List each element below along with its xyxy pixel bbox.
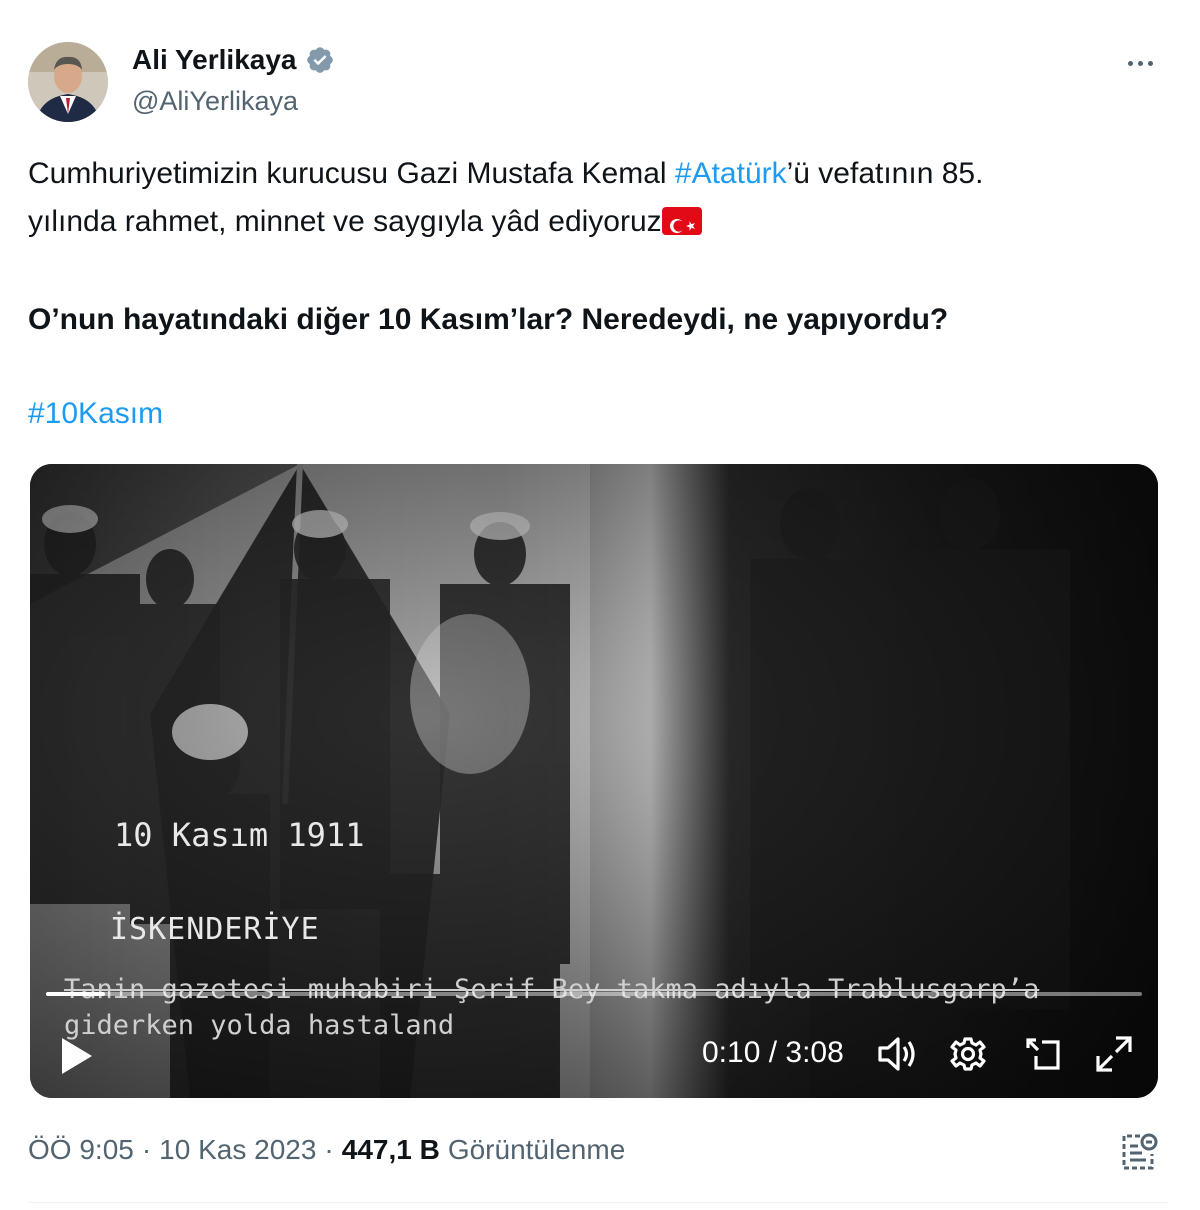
verified-badge-icon[interactable]	[305, 45, 335, 75]
handle[interactable]: @AliYerlikaya	[132, 86, 298, 117]
more-dots-icon[interactable]	[1120, 48, 1160, 78]
tweet-text-line-1: Cumhuriyetimizin kurucusu Gazi Mustafa K…	[28, 150, 983, 198]
video-progress-bar[interactable]	[46, 992, 1142, 996]
separator: ·	[141, 1134, 152, 1165]
divider	[28, 1202, 1168, 1203]
tweet-date-link[interactable]: 10 Kas 2023	[159, 1134, 316, 1166]
avatar[interactable]	[28, 42, 108, 122]
play-icon[interactable]	[58, 1036, 94, 1076]
view-label: Görüntülenme	[447, 1134, 626, 1165]
video-subtitle-line-1: Tanin gazetesi muhabiri Şerif Bey takma …	[64, 974, 1040, 1005]
display-name[interactable]: Ali Yerlikaya	[132, 44, 297, 76]
turkey-flag-icon	[661, 207, 702, 235]
tweet: Ali Yerlikaya @AliYerlikaya Cumhuriyetim…	[0, 0, 1200, 1210]
hashtag-10kasim-link[interactable]: #10Kasım	[28, 390, 163, 438]
text-segment: ’ü vefatının 85.	[786, 157, 984, 190]
video-date-caption: 10 Kasım 1911	[114, 816, 365, 854]
separator: ·	[324, 1134, 334, 1165]
view-count: 447,1 B	[341, 1134, 440, 1165]
video-place-caption: İSKENDERİYE	[110, 912, 320, 947]
profile-photo-icon	[28, 42, 108, 122]
video-subtitle-line-2: giderken yolda hastaland	[64, 1010, 455, 1041]
video-time: 0:10 / 3:08	[702, 1036, 844, 1069]
video-player[interactable]: 10 Kasım 1911 İSKENDERİYE Tanin gazetesi…	[30, 464, 1158, 1098]
volume-icon[interactable]	[876, 1034, 918, 1074]
tweet-meta: ÖÖ 9:05 · 10 Kas 2023 · 447,1 B Görüntül…	[28, 1134, 625, 1166]
fullscreen-icon[interactable]	[1094, 1034, 1134, 1074]
tweet-text-question: O’nun hayatındaki diğer 10 Kasım’lar? Ne…	[28, 303, 949, 336]
text-segment: Cumhuriyetimizin kurucusu Gazi Mustafa K…	[28, 157, 675, 190]
text-segment: yılında rahmet, minnet ve saygıyla yâd e…	[28, 205, 662, 238]
video-progress-fill	[46, 992, 106, 996]
hashtag-ataturk-link[interactable]: #Atatürk	[675, 157, 787, 190]
settings-gear-icon[interactable]	[948, 1034, 988, 1074]
analytics-icon[interactable]	[1118, 1132, 1160, 1172]
tweet-text-line-2: yılında rahmet, minnet ve saygıyla yâd e…	[28, 198, 702, 246]
hashtag-link[interactable]: #10Kasım	[28, 397, 163, 430]
picture-in-picture-icon[interactable]	[1024, 1034, 1064, 1074]
tweet-time-link[interactable]: ÖÖ 9:05	[28, 1134, 134, 1166]
